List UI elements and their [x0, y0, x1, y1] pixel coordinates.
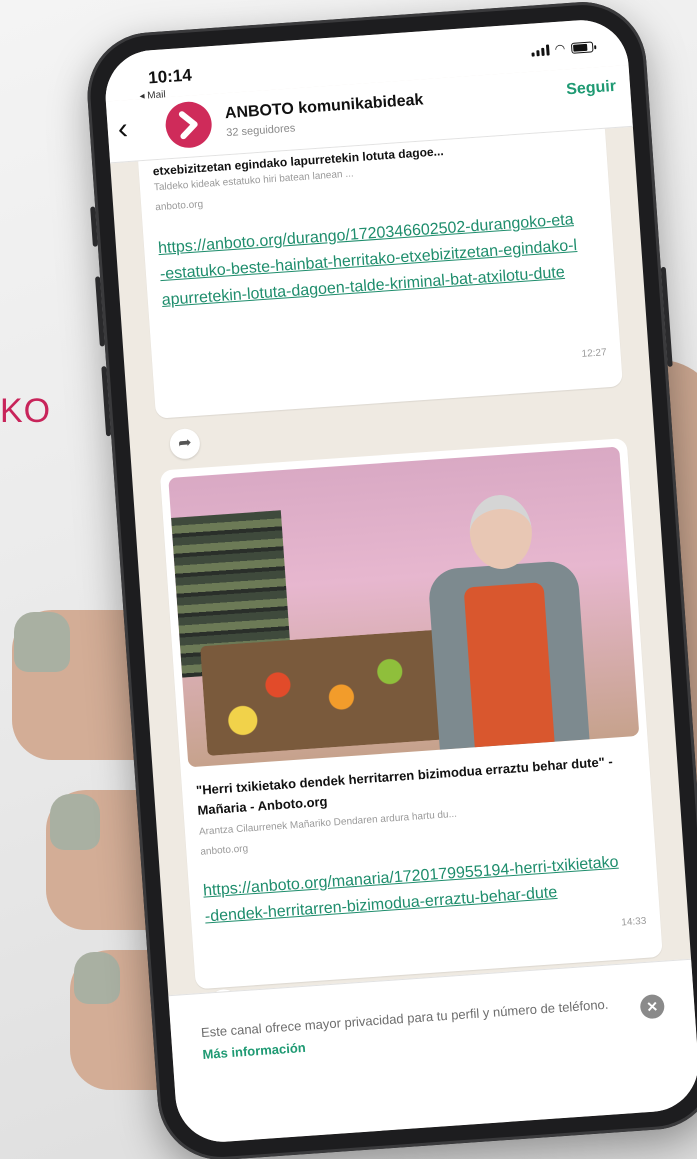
message-link[interactable]: https://anboto.org/durango/1720346602502… — [157, 207, 579, 314]
channel-name[interactable]: ANBOTO komunikabideak — [224, 91, 424, 123]
forward-icon[interactable]: ➦ — [168, 427, 201, 460]
message-time: 12:27 — [581, 347, 607, 360]
phone-frame: 10:14 ◂ Mail ◠ ‹ ANBOTO komunikabideak 3… — [83, 0, 697, 1159]
shopkeeper-image-part — [412, 489, 599, 750]
phone-button — [90, 206, 98, 247]
close-icon[interactable]: ✕ — [639, 993, 666, 1020]
message-link[interactable]: https://anboto.org/manaria/1720179955194… — [202, 849, 623, 930]
phone-button — [660, 266, 673, 367]
message-bubble[interactable]: etxebizitzetan egindako lapurretekin lot… — [137, 126, 623, 419]
phone-button — [95, 276, 105, 347]
status-icons: ◠ — [530, 39, 594, 57]
message-time: 14:33 — [620, 915, 647, 929]
fingernail — [74, 952, 120, 1004]
background-text: KO — [0, 392, 52, 430]
fingernail — [50, 794, 100, 850]
anboto-logo-icon — [178, 111, 198, 140]
phone-screen: 10:14 ◂ Mail ◠ ‹ ANBOTO komunikabideak 3… — [102, 17, 697, 1145]
channel-avatar[interactable] — [164, 100, 214, 150]
chat-area[interactable]: etxebizitzetan egindako lapurretekin lot… — [110, 126, 691, 996]
link-preview-domain: anboto.org — [200, 843, 249, 858]
privacy-notice-text: Este canal ofrece mayor privacidad para … — [200, 996, 609, 1041]
back-button[interactable]: ‹ — [117, 112, 129, 146]
link-preview-domain: anboto.org — [154, 198, 204, 214]
link-preview-image[interactable] — [168, 446, 640, 768]
phone-button — [101, 366, 112, 437]
battery-icon — [570, 40, 594, 54]
privacy-notice: Este canal ofrece mayor privacidad para … — [200, 993, 616, 1066]
follow-button[interactable]: Seguir — [566, 78, 617, 99]
wifi-icon: ◠ — [554, 41, 566, 57]
fruit-crates-image-part — [200, 628, 458, 756]
message-bubble[interactable]: "Herri txikietako dendek herritarren biz… — [159, 437, 663, 990]
followers-count: 32 seguidores — [225, 122, 296, 140]
signal-icon — [530, 43, 550, 57]
fingernail — [14, 612, 70, 672]
status-time: 10:14 — [147, 65, 193, 88]
more-info-link[interactable]: Más información — [202, 1040, 306, 1062]
